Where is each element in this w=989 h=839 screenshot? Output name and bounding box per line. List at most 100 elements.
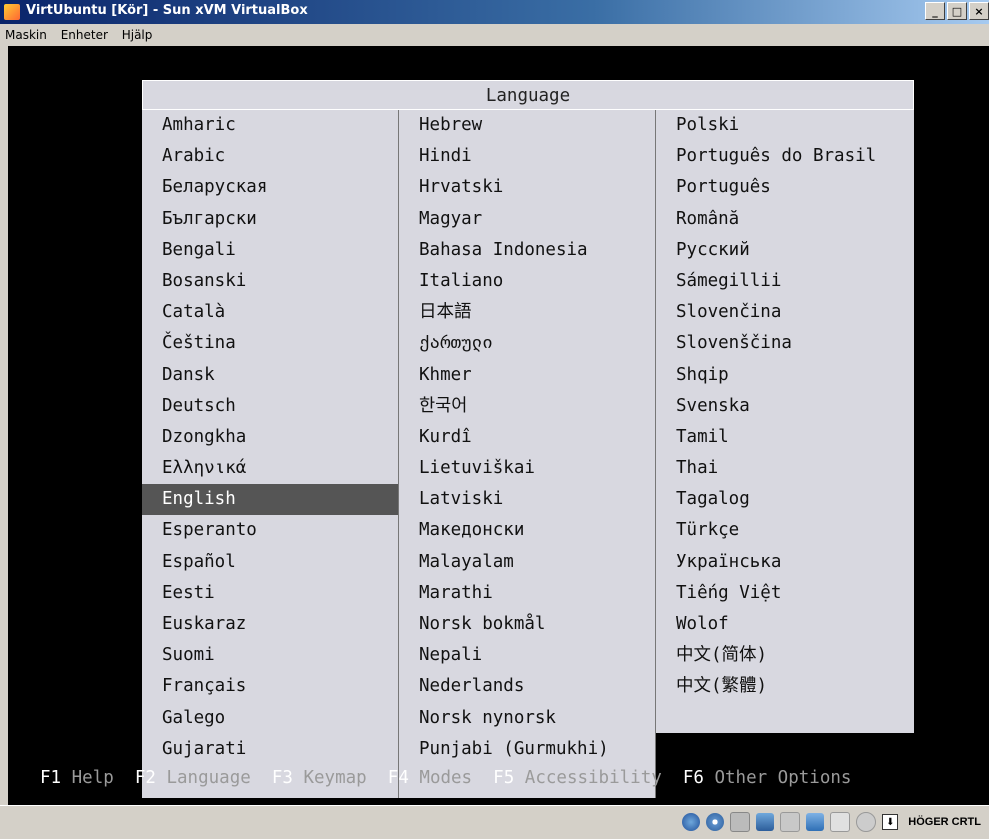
harddisk-icon[interactable] [682, 813, 701, 831]
language-item[interactable]: Magyar [399, 204, 655, 235]
language-item[interactable]: Беларуская [142, 172, 398, 203]
language-item[interactable]: Português do Brasil [656, 141, 914, 172]
language-item[interactable]: Nederlands [399, 671, 655, 702]
language-item[interactable]: Wolof [656, 609, 914, 640]
menubar: Maskin Enheter Hjälp [0, 24, 989, 46]
f3-label[interactable]: Keymap [303, 768, 366, 788]
language-item[interactable]: Tamil [656, 422, 914, 453]
language-item[interactable]: 中文(繁體) [656, 671, 914, 702]
language-column-2: Hebrew Hindi Hrvatski Magyar Bahasa Indonesi… [399, 110, 656, 798]
language-item[interactable]: Eesti [142, 578, 398, 609]
language-column-1: Amharic Arabic Беларуская Български Bengali B… [142, 110, 399, 798]
language-item[interactable]: Svenska [656, 391, 914, 422]
language-item[interactable]: Deutsch [142, 391, 398, 422]
network-icon[interactable] [756, 813, 775, 831]
language-item[interactable]: Amharic [142, 110, 398, 141]
language-item[interactable]: Galego [142, 703, 398, 734]
window-titlebar[interactable]: VirtUbuntu [Kör] - Sun xVM VirtualBox _ … [0, 0, 989, 24]
menu-maskin[interactable]: Maskin [0, 24, 52, 46]
language-item[interactable]: Dansk [142, 360, 398, 391]
floppy-icon[interactable] [730, 812, 751, 832]
vm-screen[interactable]: Language Amharic Arabic Беларуская Българск… [8, 46, 989, 805]
f1-label[interactable]: Help [72, 768, 114, 788]
dialog-title: Language [142, 80, 914, 110]
language-item[interactable]: Hrvatski [399, 172, 655, 203]
f5-key[interactable]: F5 [493, 768, 514, 788]
language-item[interactable]: Español [142, 547, 398, 578]
language-item[interactable]: Română [656, 204, 914, 235]
f5-label[interactable]: Accessibility [525, 768, 662, 788]
f4-key[interactable]: F4 [388, 768, 409, 788]
maximize-button[interactable]: □ [947, 2, 967, 20]
language-item[interactable]: Hindi [399, 141, 655, 172]
f6-label[interactable]: Other Options [714, 768, 851, 788]
usb-icon[interactable] [780, 812, 801, 832]
f6-key[interactable]: F6 [683, 768, 704, 788]
language-item[interactable]: Türkçe [656, 515, 914, 546]
display-icon[interactable] [830, 812, 851, 832]
language-item[interactable]: 日本語 [399, 297, 655, 328]
language-item[interactable]: Tagalog [656, 484, 914, 515]
language-item[interactable]: Français [142, 671, 398, 702]
minimize-button[interactable]: _ [925, 2, 945, 20]
language-item[interactable]: Euskaraz [142, 609, 398, 640]
f2-label[interactable]: Language [166, 768, 250, 788]
f3-key[interactable]: F3 [272, 768, 293, 788]
close-button[interactable]: × [969, 2, 989, 20]
function-key-bar: F1 Help F2 Language F3 Keymap F4 Modes F… [40, 763, 980, 793]
language-item[interactable]: Malayalam [399, 547, 655, 578]
language-item[interactable]: Slovenčina [656, 297, 914, 328]
menu-hjalp[interactable]: Hjälp [117, 24, 158, 46]
language-item[interactable]: Tiếng Việt [656, 578, 914, 609]
language-item[interactable]: Български [142, 204, 398, 235]
language-item[interactable]: Українська [656, 547, 914, 578]
menu-enheter[interactable]: Enheter [56, 24, 113, 46]
language-item[interactable]: Punjabi (Gurmukhi) [399, 734, 655, 765]
language-item[interactable]: Khmer [399, 360, 655, 391]
language-dialog: Language Amharic Arabic Беларуская Българск… [142, 80, 914, 798]
language-item[interactable]: Ελληνικά [142, 453, 398, 484]
f2-key[interactable]: F2 [135, 768, 156, 788]
language-item[interactable]: Latviski [399, 484, 655, 515]
window-controls: _ □ × [925, 2, 989, 22]
virtualbox-app-icon [4, 4, 20, 20]
window-title: VirtUbuntu [Kör] - Sun xVM VirtualBox [26, 3, 308, 18]
language-item[interactable]: Marathi [399, 578, 655, 609]
language-item[interactable]: Slovenščina [656, 328, 914, 359]
status-tray: ⬇ HÖGER CRTL [682, 812, 981, 832]
language-item[interactable]: Suomi [142, 640, 398, 671]
language-item[interactable]: Norsk bokmål [399, 609, 655, 640]
language-item[interactable]: ქართული [399, 328, 655, 359]
language-item[interactable]: Arabic [142, 141, 398, 172]
f4-label[interactable]: Modes [419, 768, 472, 788]
language-item[interactable]: Русский [656, 235, 914, 266]
f1-key[interactable]: F1 [40, 768, 61, 788]
language-item[interactable]: Esperanto [142, 515, 398, 546]
language-item[interactable]: Македонски [399, 515, 655, 546]
language-item[interactable]: Português [656, 172, 914, 203]
language-item[interactable]: Sámegillii [656, 266, 914, 297]
language-item[interactable]: Čeština [142, 328, 398, 359]
language-item[interactable]: Gujarati [142, 734, 398, 765]
language-item[interactable]: Català [142, 297, 398, 328]
language-item[interactable]: Bosanski [142, 266, 398, 297]
language-item[interactable]: Hebrew [399, 110, 655, 141]
language-item[interactable]: English [142, 484, 398, 516]
mouse-integration-icon[interactable] [856, 812, 877, 832]
host-key-icon: ⬇ [882, 814, 899, 830]
language-item[interactable]: Shqip [656, 360, 914, 391]
shared-folder-icon[interactable] [806, 813, 825, 831]
language-item[interactable]: 中文(简体) [656, 640, 914, 671]
language-item[interactable]: Kurdî [399, 422, 655, 453]
language-item[interactable]: Thai [656, 453, 914, 484]
cdrom-icon[interactable] [706, 813, 725, 831]
language-item[interactable]: Polski [656, 110, 914, 141]
language-item[interactable]: Italiano [399, 266, 655, 297]
language-item[interactable]: Nepali [399, 640, 655, 671]
language-item[interactable]: 한국어 [399, 391, 655, 422]
language-item[interactable]: Bengali [142, 235, 398, 266]
language-item[interactable]: Norsk nynorsk [399, 703, 655, 734]
language-item[interactable]: Bahasa Indonesia [399, 235, 655, 266]
language-item[interactable]: Lietuviškai [399, 453, 655, 484]
language-item[interactable]: Dzongkha [142, 422, 398, 453]
